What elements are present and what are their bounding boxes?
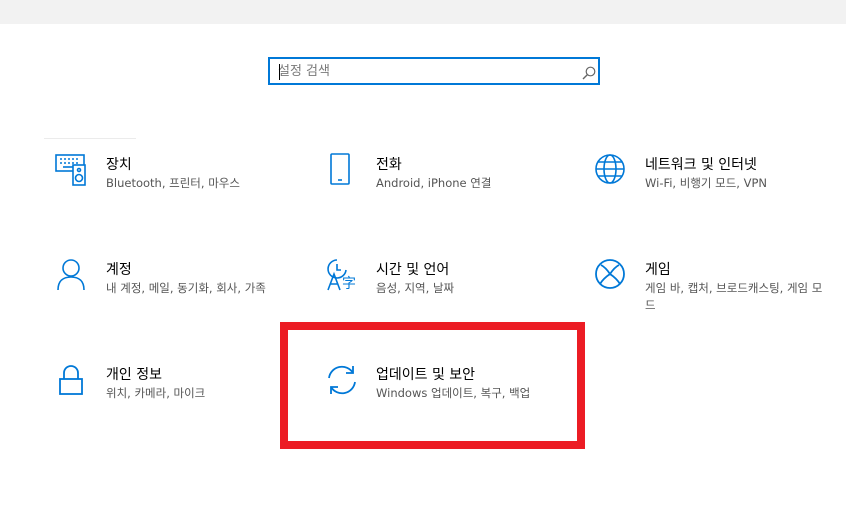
- tile-title: 전화: [376, 157, 402, 173]
- search-box[interactable]: [268, 57, 600, 85]
- tile-description: 내 계정, 메일, 동기화, 회사, 가족: [106, 281, 266, 295]
- person-icon: [55, 258, 91, 294]
- tile-description: Android, iPhone 연결: [376, 176, 492, 190]
- tile-title: 계정: [106, 262, 132, 278]
- language-time-icon: 字: [325, 258, 361, 294]
- tile-devices[interactable]: 장치 Bluetooth, 프린터, 마우스: [55, 153, 285, 223]
- search-input[interactable]: [278, 61, 568, 81]
- phone-icon: [325, 153, 361, 189]
- tile-description: Windows 업데이트, 복구, 백업: [376, 386, 531, 400]
- xbox-icon: [594, 258, 630, 294]
- tile-update-security[interactable]: 업데이트 및 보안 Windows 업데이트, 복구, 백업: [325, 363, 555, 433]
- tile-privacy[interactable]: 개인 정보 위치, 카메라, 마이크: [55, 363, 285, 433]
- sync-icon: [325, 363, 361, 399]
- text-caret: [279, 64, 280, 80]
- tile-title: 네트워크 및 인터넷: [645, 157, 757, 173]
- search-icon[interactable]: [582, 66, 596, 80]
- title-bar: [0, 0, 846, 24]
- tile-gaming[interactable]: 게임 게임 바, 캡처, 브로드캐스팅, 게임 모드: [594, 258, 824, 328]
- tile-title: 업데이트 및 보안: [376, 367, 476, 383]
- tile-description: 게임 바, 캡처, 브로드캐스팅, 게임 모드: [645, 281, 823, 312]
- tile-description: Bluetooth, 프린터, 마우스: [106, 176, 240, 190]
- tile-accounts[interactable]: 계정 내 계정, 메일, 동기화, 회사, 가족: [55, 258, 285, 328]
- tile-title: 개인 정보: [106, 367, 162, 383]
- tile-title: 장치: [106, 157, 132, 173]
- keyboard-speaker-icon: [55, 153, 91, 189]
- tile-description: Wi-Fi, 비행기 모드, VPN: [645, 176, 768, 190]
- tile-title: 게임: [645, 262, 671, 278]
- tile-phone[interactable]: 전화 Android, iPhone 연결: [325, 153, 555, 223]
- tile-description: 위치, 카메라, 마이크: [106, 386, 206, 400]
- tile-description: 음성, 지역, 날짜: [376, 281, 455, 295]
- tile-time-language[interactable]: 字 시간 및 언어 음성, 지역, 날짜: [325, 258, 555, 328]
- globe-icon: [594, 153, 630, 189]
- svg-text:字: 字: [342, 276, 356, 292]
- lock-icon: [55, 363, 91, 399]
- tile-title: 시간 및 언어: [376, 262, 450, 278]
- divider: [44, 138, 136, 139]
- tile-network[interactable]: 네트워크 및 인터넷 Wi-Fi, 비행기 모드, VPN: [594, 153, 824, 223]
